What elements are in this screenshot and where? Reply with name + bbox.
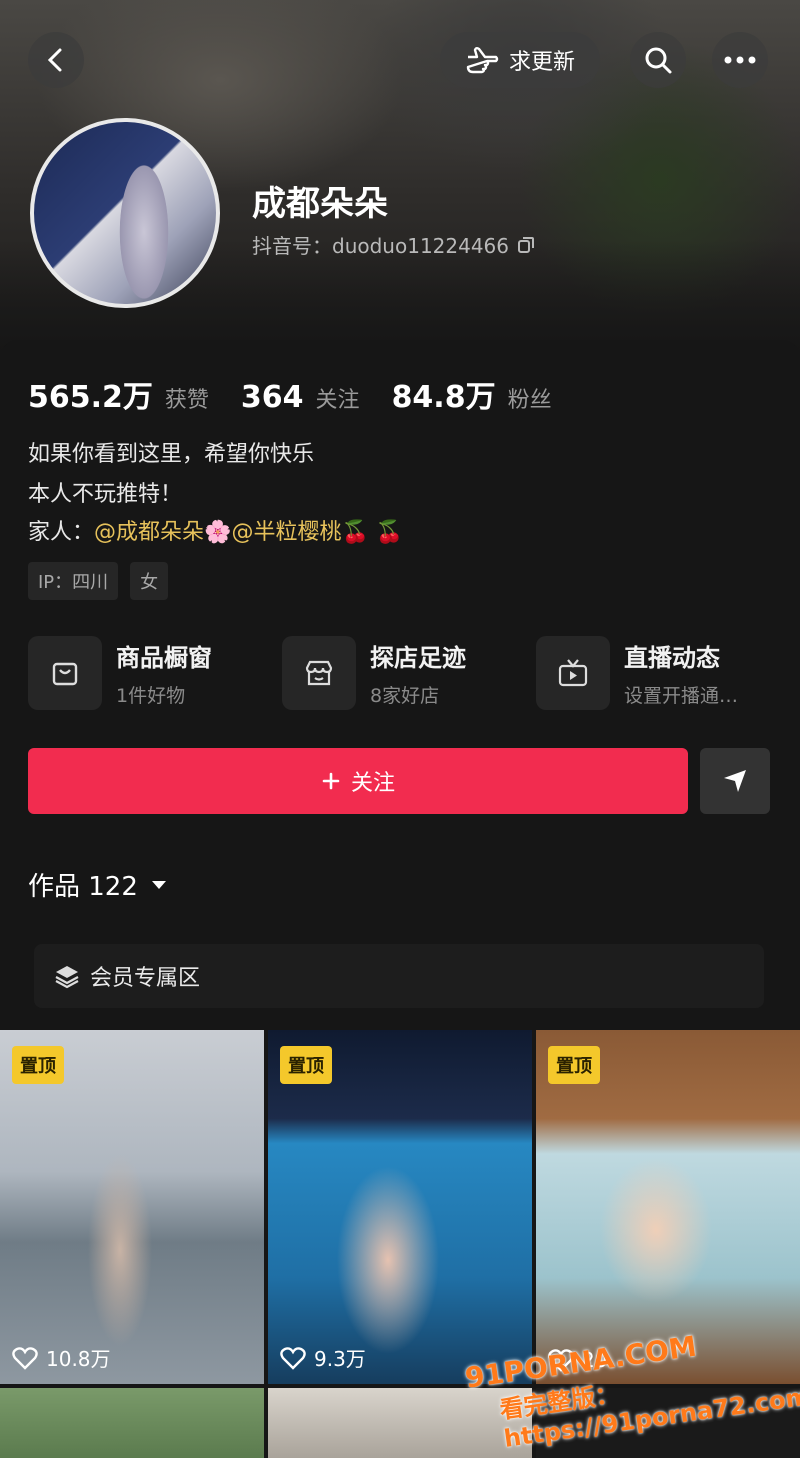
tv-icon	[536, 636, 610, 710]
feature-shop-subtitle: 1件好物	[116, 685, 186, 707]
video-thumbnail[interactable]: 置顶 9.3万	[268, 1030, 532, 1384]
vip-section-label: 会员专属区	[90, 966, 201, 991]
mention-link-1[interactable]: @成都朵朵	[94, 520, 204, 545]
tag-ip: IP：四川	[28, 562, 119, 600]
layers-icon	[55, 966, 79, 989]
following-count[interactable]: 364	[241, 380, 304, 415]
feature-store-title: 探店足迹	[370, 644, 466, 672]
likes-count[interactable]: 565.2万	[28, 372, 153, 416]
douyin-id: 抖音号：duoduo11224466	[252, 230, 535, 259]
following-label: 关注	[315, 388, 360, 413]
feature-store-visits[interactable]: 探店足迹 8家好店	[282, 636, 466, 710]
follow-button[interactable]: 关注	[28, 748, 688, 814]
feature-live-subtitle: 设置开播通…	[624, 685, 739, 707]
more-dots-icon	[724, 56, 756, 64]
pinned-badge: 置顶	[280, 1046, 332, 1084]
nickname: 成都朵朵	[252, 184, 388, 224]
follow-label: 关注	[350, 771, 395, 796]
avatar[interactable]	[30, 118, 220, 308]
vip-section-button[interactable]: 会员专属区	[34, 944, 764, 1008]
feature-live-title: 直播动态	[624, 644, 720, 672]
share-button[interactable]	[700, 748, 770, 814]
followers-label: 粉丝	[507, 388, 552, 413]
video-likes-count: 10.8万	[46, 1347, 111, 1371]
caret-down-icon	[151, 880, 166, 889]
pinned-badge: 置顶	[548, 1046, 600, 1084]
plus-icon	[322, 772, 340, 790]
flower-emoji: 🌸	[204, 520, 232, 545]
likes-label: 获赞	[164, 388, 209, 413]
video-likes: 9.3万	[280, 1343, 366, 1372]
feature-shop-title: 商品橱窗	[116, 644, 212, 672]
request-update-button[interactable]: 求更新	[440, 32, 600, 88]
cherry-emoji: 🍒 🍒	[341, 520, 404, 545]
store-icon	[282, 636, 356, 710]
more-button[interactable]	[712, 32, 768, 88]
bag-icon	[28, 636, 102, 710]
works-label: 作品 122	[28, 872, 138, 902]
video-thumbnail[interactable]: 置顶 10.8万	[0, 1030, 264, 1384]
chevron-left-icon	[47, 48, 62, 72]
mention-link-2[interactable]: @半粒樱桃	[231, 520, 341, 545]
copy-icon[interactable]	[517, 236, 535, 254]
pinned-badge: 置顶	[12, 1046, 64, 1084]
bio-line-1: 如果你看到这里，希望你快乐	[28, 442, 315, 467]
video-thumbnail[interactable]	[0, 1388, 264, 1458]
feature-shop-window[interactable]: 商品橱窗 1件好物	[28, 636, 212, 710]
profile-tags: IP：四川 女	[28, 562, 169, 600]
followers-count[interactable]: 84.8万	[392, 372, 496, 416]
search-button[interactable]	[630, 32, 686, 88]
heart-icon	[12, 1346, 38, 1370]
feature-live-updates[interactable]: 直播动态 设置开播通…	[536, 636, 738, 710]
back-button[interactable]	[28, 32, 84, 88]
video-likes: 10.8万	[12, 1343, 111, 1372]
works-tab[interactable]: 作品 122	[28, 866, 168, 903]
video-likes-count: 9.3万	[314, 1347, 366, 1371]
bio-line-2: 本人不玩推特！	[28, 482, 183, 507]
bio-line-3: 家人：@成都朵朵🌸@半粒樱桃🍒 🍒	[28, 514, 403, 546]
douyin-id-text: 抖音号：duoduo11224466	[252, 234, 510, 258]
send-arrow-icon	[724, 770, 746, 792]
hand-point-icon	[466, 47, 499, 74]
stats-bar: 565.2万 获赞 364 关注 84.8万 粉丝	[28, 372, 572, 416]
tag-gender: 女	[130, 562, 169, 600]
heart-icon	[280, 1346, 306, 1370]
feature-store-subtitle: 8家好店	[370, 685, 440, 707]
request-update-label: 求更新	[508, 50, 575, 75]
search-icon	[645, 47, 672, 74]
bio-family-prefix: 家人：	[28, 520, 95, 545]
